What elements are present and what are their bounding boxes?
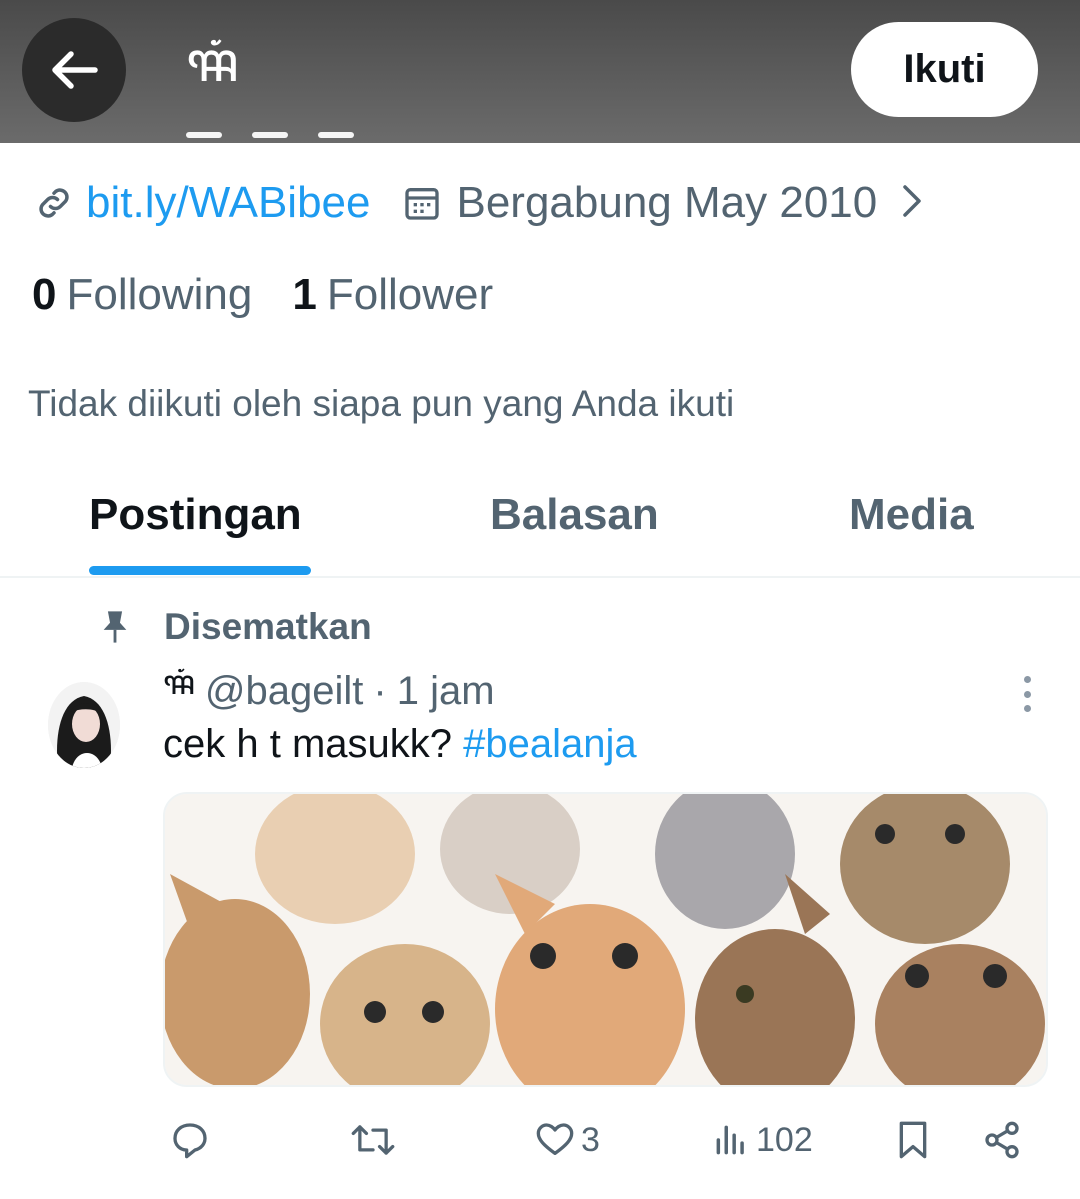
- chevron-right-icon[interactable]: [901, 183, 923, 224]
- follower-label: Follower: [326, 270, 494, 319]
- bookmark-button[interactable]: [893, 1116, 933, 1164]
- pinned-label: Disematkan: [164, 606, 372, 647]
- joined-date: Bergabung May 2010: [456, 178, 878, 227]
- post-text: cek h t masukk? #bealanja: [163, 722, 637, 767]
- avatar[interactable]: [48, 682, 120, 768]
- follow-counts: 0 Following 1 Follower: [32, 266, 493, 324]
- profile-link[interactable]: bit.ly/WABibee: [86, 178, 370, 228]
- header-display-name: ꦯꦁ: [186, 30, 239, 95]
- followers-link[interactable]: 1 Follower: [292, 270, 493, 320]
- tab-media[interactable]: Media: [849, 490, 974, 540]
- pinned-indicator: Disematkan: [98, 604, 372, 650]
- more-options-icon[interactable]: [1010, 672, 1044, 716]
- like-button[interactable]: 3: [535, 1116, 600, 1164]
- heart-icon: [536, 1123, 574, 1155]
- share-icon: [985, 1121, 1019, 1159]
- repost-icon: [351, 1125, 395, 1155]
- back-button[interactable]: [22, 18, 126, 122]
- post-media-image[interactable]: [163, 792, 1048, 1087]
- profile-tabs: Postingan Balasan Media: [0, 470, 1080, 578]
- repost-button[interactable]: [350, 1116, 402, 1164]
- profile-header: ꦯꦁ Ikuti: [0, 0, 1080, 143]
- following-link[interactable]: 0 Following: [32, 270, 252, 320]
- bookmark-icon: [899, 1121, 927, 1159]
- link-icon: [32, 181, 76, 225]
- arrow-left-icon: [52, 51, 98, 89]
- post-separator: ·: [373, 668, 387, 713]
- post-text-body: cek h t masukk?: [163, 722, 464, 766]
- post-author-name[interactable]: ꦯꦁ: [163, 657, 195, 726]
- post-handle[interactable]: @bageilt: [205, 669, 363, 714]
- post-time[interactable]: 1 jam: [397, 669, 495, 714]
- views-button[interactable]: 102: [712, 1116, 813, 1164]
- reply-icon: [173, 1123, 207, 1159]
- share-button[interactable]: [982, 1116, 1022, 1164]
- calendar-icon: [400, 181, 444, 225]
- profile-meta: bit.ly/WABibee Bergabung May 2010: [32, 172, 923, 234]
- analytics-icon: [716, 1125, 744, 1155]
- tab-postingan[interactable]: Postingan: [89, 490, 302, 540]
- follow-button[interactable]: Ikuti: [851, 22, 1038, 117]
- like-count: 3: [581, 1120, 600, 1159]
- post-actions: 3 102: [0, 1110, 1080, 1170]
- not-followed-notice: Tidak diikuti oleh siapa pun yang Anda i…: [28, 383, 735, 424]
- view-count: 102: [756, 1120, 813, 1159]
- active-tab-indicator: [89, 566, 311, 575]
- header-post-count: [186, 118, 406, 138]
- following-label: Following: [66, 270, 253, 319]
- tab-balasan[interactable]: Balasan: [490, 490, 659, 540]
- post-header: ꦯꦁ @bageilt · 1 jam: [163, 663, 495, 716]
- reply-button[interactable]: [170, 1116, 216, 1164]
- pin-icon: [103, 611, 127, 643]
- post-hashtag[interactable]: #bealanja: [463, 722, 637, 766]
- follower-count: 1: [292, 270, 317, 319]
- following-count: 0: [32, 270, 57, 319]
